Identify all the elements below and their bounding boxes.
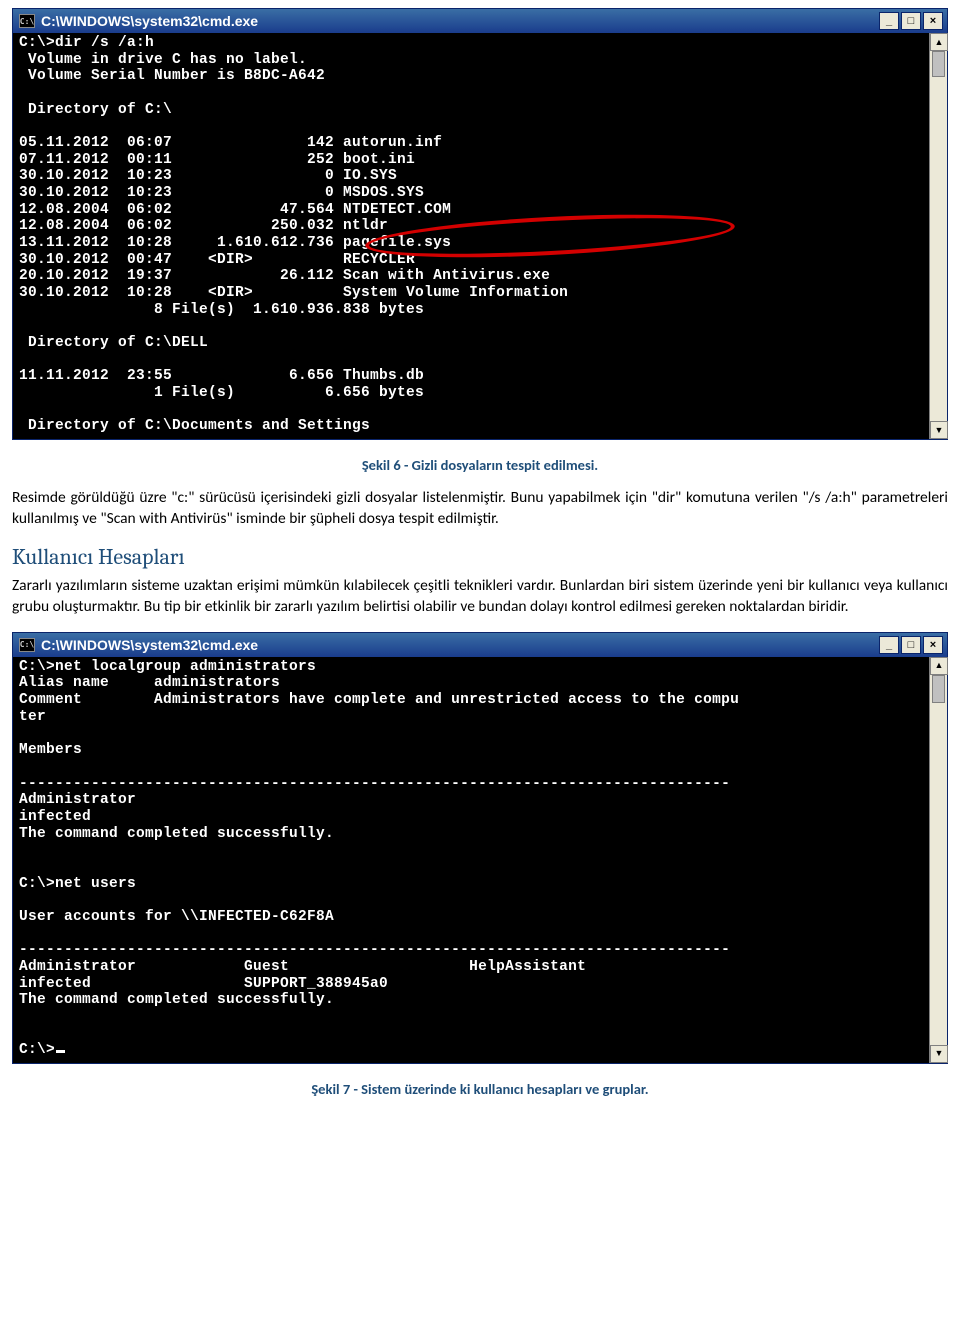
section-heading-user-accounts: Kullanıcı Hesapları	[12, 544, 948, 570]
maximize-button[interactable]: □	[901, 12, 921, 30]
close-button[interactable]: ×	[923, 636, 943, 654]
maximize-button[interactable]: □	[901, 636, 921, 654]
scroll-thumb[interactable]	[932, 675, 945, 703]
scroll-down-icon[interactable]: ▼	[930, 1045, 948, 1063]
figure-caption-6: Şekil 6 - Gizli dosyaların tespit edilme…	[12, 456, 948, 474]
titlebar[interactable]: C:\ C:\WINDOWS\system32\cmd.exe _ □ ×	[13, 633, 947, 657]
paragraph-1: Resimde görüldüğü üzre "c:" sürücüsü içe…	[12, 488, 948, 530]
cursor-icon	[56, 1050, 65, 1053]
titlebar[interactable]: C:\ C:\WINDOWS\system32\cmd.exe _ □ ×	[13, 9, 947, 33]
minimize-button[interactable]: _	[879, 636, 899, 654]
paragraph-2: Zararlı yazılımların sisteme uzaktan eri…	[12, 576, 948, 618]
vertical-scrollbar[interactable]: ▲ ▼	[929, 33, 947, 439]
cmd-icon: C:\	[19, 14, 35, 28]
cmd-window-2: C:\ C:\WINDOWS\system32\cmd.exe _ □ × C:…	[12, 632, 948, 1064]
cmd-icon: C:\	[19, 638, 35, 652]
vertical-scrollbar[interactable]: ▲ ▼	[929, 657, 947, 1063]
close-button[interactable]: ×	[923, 12, 943, 30]
scroll-down-icon[interactable]: ▼	[930, 421, 948, 439]
scroll-up-icon[interactable]: ▲	[930, 657, 948, 675]
terminal-output: C:\>dir /s /a:h Volume in drive C has no…	[13, 33, 947, 439]
figure-caption-7: Şekil 7 - Sistem üzerinde ki kullanıcı h…	[12, 1080, 948, 1098]
minimize-button[interactable]: _	[879, 12, 899, 30]
window-title: C:\WINDOWS\system32\cmd.exe	[41, 13, 879, 29]
scroll-up-icon[interactable]: ▲	[930, 33, 948, 51]
window-title: C:\WINDOWS\system32\cmd.exe	[41, 637, 879, 653]
cmd-window-1: C:\ C:\WINDOWS\system32\cmd.exe _ □ × C:…	[12, 8, 948, 440]
scroll-thumb[interactable]	[932, 51, 945, 77]
terminal-output: C:\>net localgroup administrators Alias …	[13, 657, 947, 1063]
